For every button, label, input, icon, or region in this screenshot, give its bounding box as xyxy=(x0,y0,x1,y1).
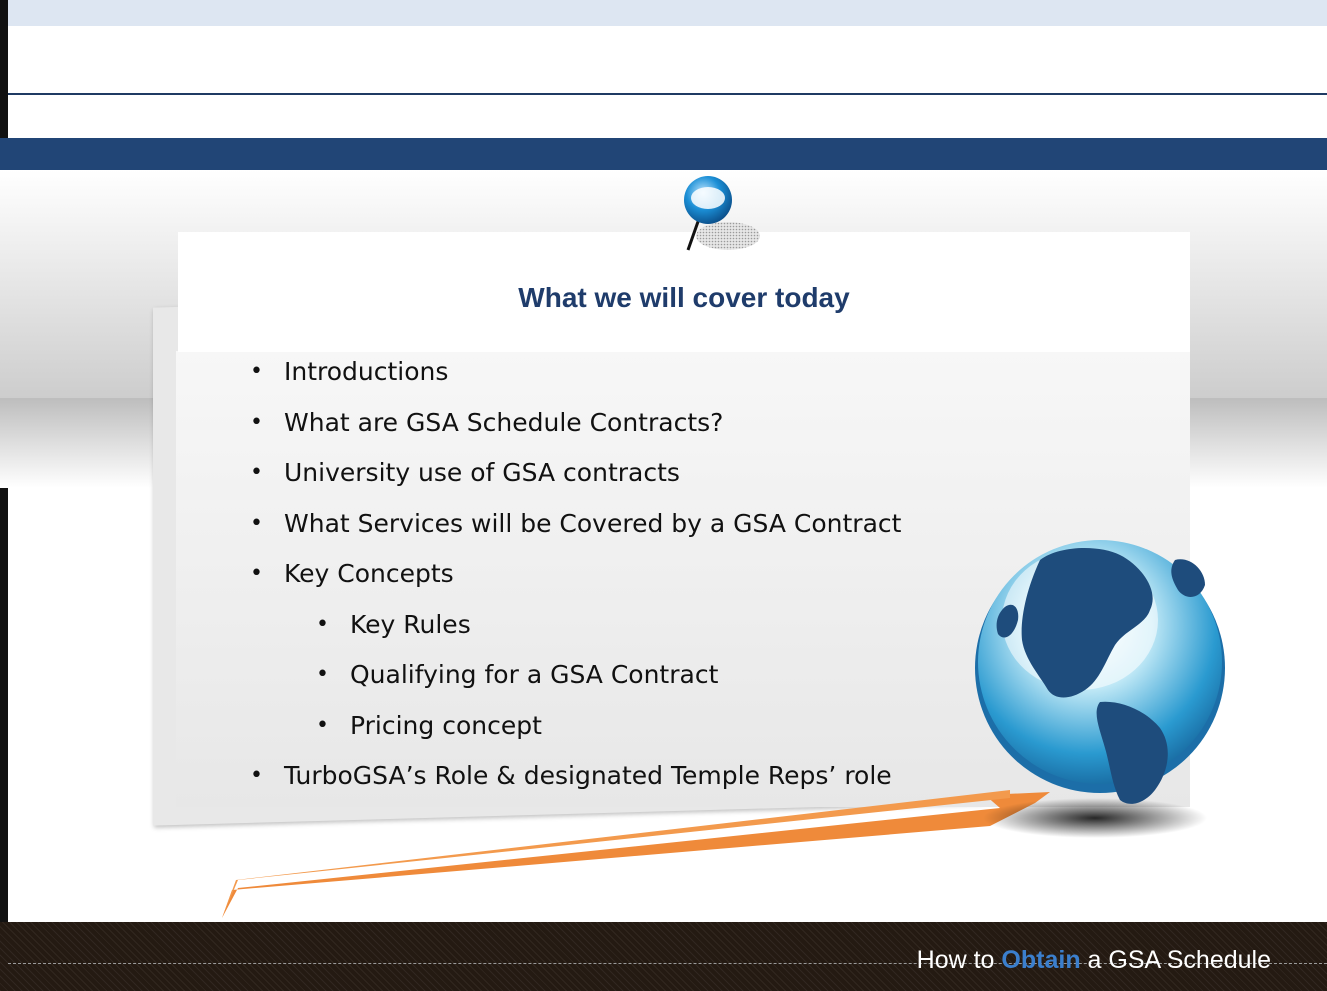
slide: What we will cover today • Introductions … xyxy=(0,0,1327,991)
globe-shadow xyxy=(983,798,1207,838)
agenda-item: • What are GSA Schedule Contracts? xyxy=(250,403,901,454)
globe-icon xyxy=(975,540,1225,804)
push-pin-icon xyxy=(684,176,760,251)
bullet-dot: • xyxy=(250,409,263,435)
agenda-item: • University use of GSA contracts xyxy=(250,453,901,504)
agenda-item: • Introductions xyxy=(250,352,901,403)
footer-title: How to Obtain a GSA Schedule xyxy=(917,946,1271,975)
agenda-subitem-text: Pricing concept xyxy=(350,710,542,740)
bullet-dot: • xyxy=(316,611,329,637)
bullet-dot: • xyxy=(250,359,263,384)
footer-title-suffix: a GSA Schedule xyxy=(1080,946,1271,974)
agenda-item-text: University use of GSA contracts xyxy=(284,458,680,487)
agenda-subitem: • Qualifying for a GSA Contract xyxy=(250,655,901,706)
bullet-dot: • xyxy=(316,662,329,687)
agenda-item-text: Key Concepts xyxy=(284,559,454,588)
agenda-subitem-text: Qualifying for a GSA Contract xyxy=(350,660,719,689)
agenda-item: • TurboGSA’s Role & designated Temple Rep… xyxy=(250,756,901,807)
orange-ribbon xyxy=(222,790,1050,918)
agenda-subitem: • Key Rules xyxy=(250,605,901,656)
agenda-item-text: What are GSA Schedule Contracts? xyxy=(284,407,724,437)
agenda-item: • Key Concepts xyxy=(250,554,901,605)
slide-title: What we will cover today xyxy=(518,282,850,313)
bullet-dot: • xyxy=(250,561,263,586)
agenda-subitem: • Pricing concept xyxy=(250,706,901,757)
bullet-dot: • xyxy=(250,763,263,788)
agenda-subitem-text: Key Rules xyxy=(350,609,471,639)
footer-title-prefix: How to xyxy=(916,946,1002,974)
bullet-dot: • xyxy=(316,712,329,738)
bullet-dot: • xyxy=(250,460,263,485)
agenda-item-text: TurboGSA’s Role & designated Temple Reps… xyxy=(284,761,892,790)
agenda-list: • Introductions • What are GSA Schedule Co… xyxy=(250,352,901,807)
agenda-item: • What Services will be Covered by a GSA … xyxy=(250,504,901,555)
footer-title-highlight: Obtain xyxy=(1001,946,1081,974)
bullet-dot: • xyxy=(250,510,263,536)
agenda-item-text: What Services will be Covered by a GSA C… xyxy=(284,508,902,538)
agenda-item-text: Introductions xyxy=(284,357,449,386)
